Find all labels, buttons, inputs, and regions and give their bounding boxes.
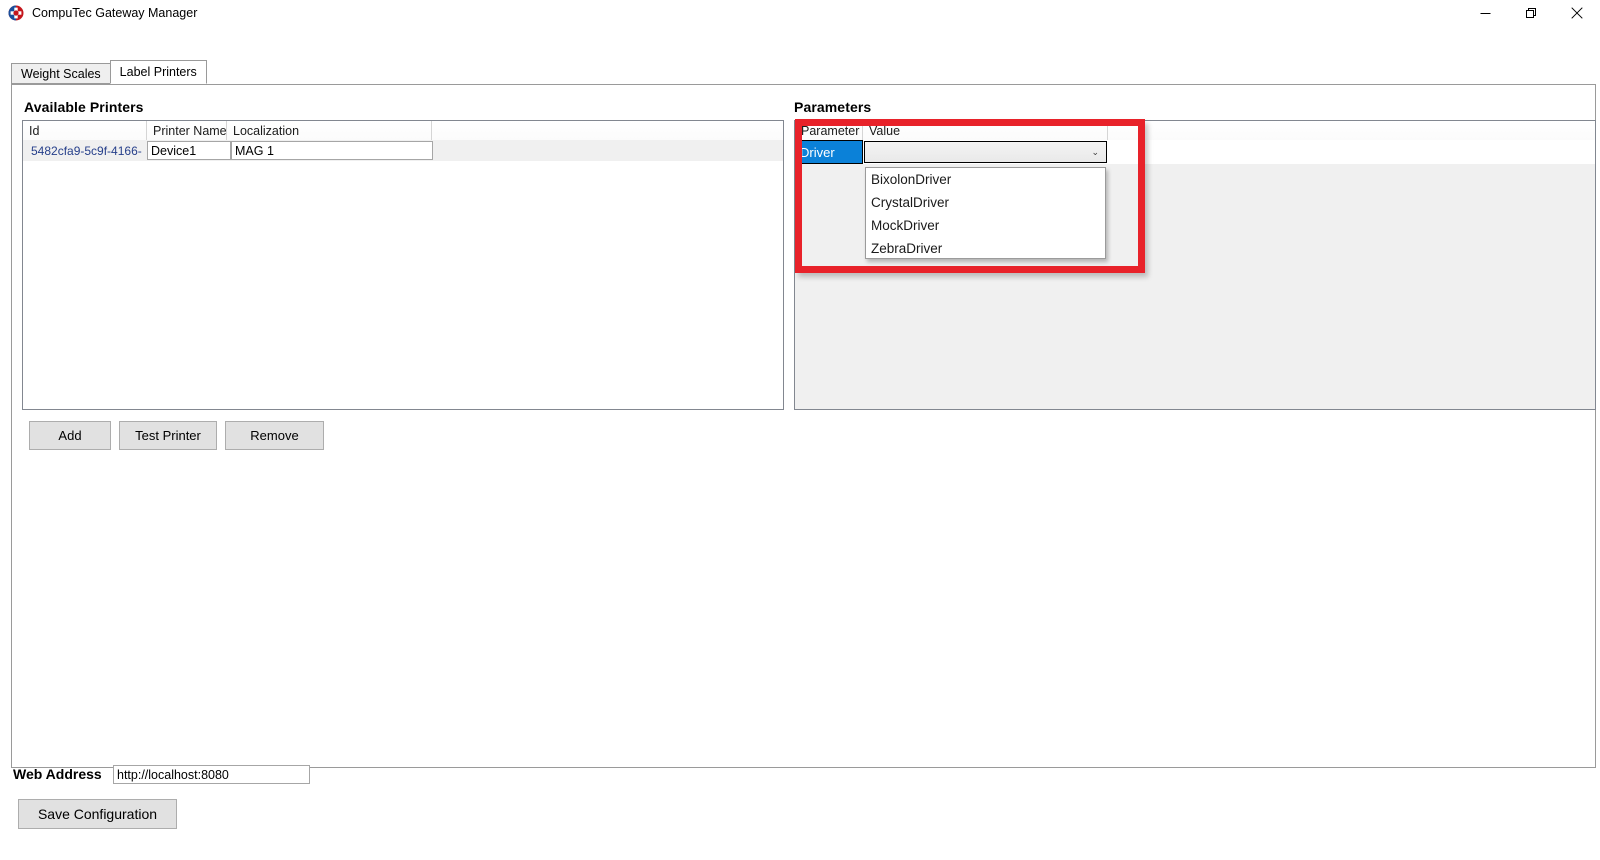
driver-dropdown-list[interactable]: BixolonDriver CrystalDriver MockDriver Z… (865, 167, 1106, 259)
minimize-button[interactable] (1462, 0, 1508, 26)
column-header-filler (432, 121, 783, 140)
test-printer-button[interactable]: Test Printer (119, 421, 217, 450)
dropdown-option-crystaldriver[interactable]: CrystalDriver (866, 191, 1105, 214)
parameters-title: Parameters (794, 99, 872, 115)
printer-id-cell[interactable]: 5482cfa9-5c9f-4166- (23, 140, 147, 161)
add-button[interactable]: Add (29, 421, 111, 450)
table-row[interactable]: 5482cfa9-5c9f-4166- (23, 140, 783, 161)
column-header-printer-name[interactable]: Printer Name (147, 121, 227, 140)
column-header-parameter[interactable]: Parameter (795, 121, 863, 140)
parameter-name-cell[interactable]: Driver (795, 140, 863, 164)
close-button[interactable] (1554, 0, 1600, 26)
remove-button[interactable]: Remove (225, 421, 324, 450)
tab-label-printers-label: Label Printers (119, 65, 197, 79)
printer-actions: Add Test Printer Remove (29, 421, 324, 450)
printer-name-input[interactable] (147, 141, 231, 160)
computec-logo-icon (8, 5, 24, 21)
web-address-input[interactable] (113, 765, 310, 784)
parameters-grid-header: Parameter Value (795, 121, 1595, 140)
printers-grid-header: Id Printer Name Localization (23, 121, 783, 140)
title-bar-left: CompuTec Gateway Manager (8, 0, 197, 26)
minimize-icon (1480, 12, 1490, 14)
printer-localization-input[interactable] (231, 141, 433, 160)
tab-weight-scales[interactable]: Weight Scales (11, 63, 111, 84)
tab-weight-scales-label: Weight Scales (21, 66, 101, 81)
printer-row-filler (433, 140, 783, 161)
parameter-row[interactable]: Driver ⌄ (795, 140, 1595, 164)
dropdown-option-bixolondriver[interactable]: BixolonDriver (866, 168, 1105, 191)
title-bar: CompuTec Gateway Manager (0, 0, 1600, 26)
parameter-value-cell[interactable]: ⌄ (863, 140, 1108, 164)
column-header-localization[interactable]: Localization (227, 121, 432, 140)
column-header-value[interactable]: Value (863, 121, 1108, 140)
chevron-down-icon: ⌄ (1091, 146, 1099, 157)
dropdown-option-zebradriver[interactable]: ZebraDriver (866, 237, 1105, 260)
restore-icon (1525, 7, 1536, 18)
parameter-row-filler (1108, 140, 1595, 164)
web-address-label: Web Address (13, 766, 102, 782)
column-header-parameters-filler (1108, 121, 1595, 140)
dropdown-option-mockdriver[interactable]: MockDriver (866, 214, 1105, 237)
tab-label-printers[interactable]: Label Printers (109, 60, 207, 84)
tab-strip: Weight Scales Label Printers (11, 60, 207, 84)
available-printers-title: Available Printers (24, 99, 144, 115)
window-controls (1462, 0, 1600, 26)
save-configuration-button[interactable]: Save Configuration (18, 799, 177, 829)
available-printers-grid: Id Printer Name Localization 5482cfa9-5c… (22, 120, 784, 410)
parameters-grid: Parameter Value Driver ⌄ (794, 120, 1596, 410)
driver-combobox[interactable]: ⌄ (864, 141, 1107, 163)
column-header-id[interactable]: Id (23, 121, 147, 140)
restore-button[interactable] (1508, 0, 1554, 26)
close-icon (1571, 7, 1583, 19)
window-title: CompuTec Gateway Manager (32, 5, 198, 20)
